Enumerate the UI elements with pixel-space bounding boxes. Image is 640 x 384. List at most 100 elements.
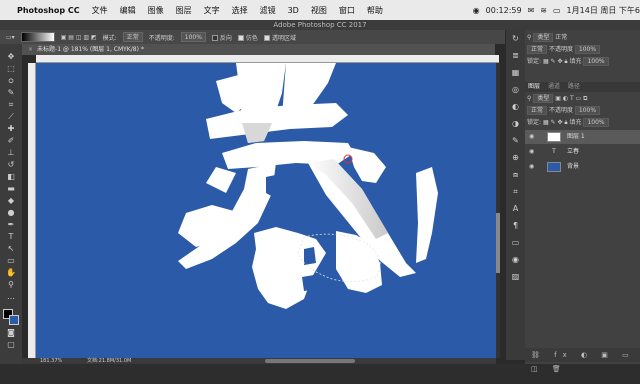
window-title: Adobe Photoshop CC 2017 — [0, 20, 640, 30]
dither-checkbox[interactable]: 仿色 — [237, 33, 258, 42]
layer-kind-filter[interactable]: 类型 — [533, 94, 554, 103]
horizontal-ruler — [36, 55, 499, 63]
wechat-icon[interactable]: ✉ — [528, 6, 535, 15]
transparency-checkbox[interactable]: 透明区域 — [263, 33, 296, 42]
type-tool-icon[interactable]: T — [6, 232, 16, 242]
opacity-field[interactable]: 100% — [574, 45, 601, 54]
path-select-icon[interactable]: ↖ — [6, 244, 16, 254]
pen-tool-icon[interactable]: ✒ — [6, 220, 16, 230]
menu-file[interactable]: 文件 — [92, 5, 108, 16]
screen-mode-icon[interactable]: ▢ — [6, 340, 16, 350]
vertical-scrollbar[interactable] — [496, 63, 500, 358]
menu-type[interactable]: 文字 — [204, 5, 220, 16]
adjustments-panel-icon[interactable]: ◐ — [512, 102, 519, 112]
layer-thumbnail — [547, 132, 561, 142]
paragraph-panel-icon[interactable]: ¶ — [513, 221, 518, 231]
record-icon[interactable]: ◉ — [473, 6, 480, 15]
layer-name: 立春 — [567, 148, 580, 155]
layers-panel-actions[interactable]: ⛓ fx ◐ ▣ ▭ ◫ 🗑︎ — [525, 348, 640, 373]
menu-filter[interactable]: 滤镜 — [260, 5, 276, 16]
hand-tool-icon[interactable]: ✋ — [6, 268, 16, 278]
opacity-input[interactable]: 100% — [180, 32, 206, 42]
vertical-scroll-thumb[interactable] — [496, 213, 500, 273]
menu-layer[interactable]: 图层 — [176, 5, 192, 16]
color-swatches[interactable] — [2, 308, 20, 326]
horizontal-scroll-thumb[interactable] — [265, 359, 355, 363]
tab-channels[interactable]: 通道 — [548, 83, 560, 90]
channels-panel-icon[interactable]: ⧈ — [513, 170, 518, 180]
mode-select[interactable]: 正常 — [122, 32, 143, 42]
dodge-tool-icon[interactable]: ● — [6, 208, 16, 218]
reverse-checkbox[interactable]: 反向 — [211, 33, 232, 42]
styles-panel-icon[interactable]: ◉ — [512, 255, 519, 265]
layer-opacity-field[interactable]: 100% — [574, 106, 601, 115]
menu-edit[interactable]: 编辑 — [120, 5, 136, 16]
more-tools-icon[interactable]: … — [6, 292, 16, 302]
brush-calligraphy-artwork — [178, 63, 438, 309]
quick-select-icon[interactable]: ✎ — [6, 88, 16, 98]
brush-tool-icon[interactable]: ✐ — [6, 136, 16, 146]
tool-preset-icon[interactable]: ▭▾ — [6, 34, 15, 41]
lock-icons[interactable]: ▦ ✎ ✥ 🔒︎ — [543, 58, 568, 65]
gradient-tool-icon[interactable]: ▬ — [6, 184, 16, 194]
layer-lock-icons[interactable]: ▦ ✎ ✥ 🔒︎ — [543, 119, 568, 126]
character-panel-icon[interactable]: A — [513, 204, 518, 214]
filter-icons[interactable]: ▣ ◐ T ▭ ⧉ — [555, 95, 587, 102]
kind-filter[interactable]: 类型 — [533, 33, 554, 42]
eraser-tool-icon[interactable]: ◧ — [6, 172, 16, 182]
app-menu[interactable]: Photoshop CC — [17, 6, 80, 15]
canvas[interactable] — [36, 63, 499, 358]
close-tab-icon[interactable]: × — [28, 46, 33, 53]
layer-name: 图层 1 — [567, 133, 585, 140]
fill-field[interactable]: 100% — [583, 57, 609, 66]
kind-mode: 正常 — [555, 34, 568, 41]
document-tab[interactable]: × 未标题-1 @ 181% (图层 1, CMYK/8) * — [22, 44, 495, 55]
lasso-tool-icon[interactable]: ᴑ — [6, 76, 16, 86]
layer-blend-select[interactable]: 正常 — [527, 106, 548, 115]
zoom-tool-icon[interactable]: ⚲ — [6, 280, 16, 290]
libraries-panel-icon[interactable]: ◎ — [512, 85, 519, 95]
brush-panel-icon[interactable]: ✎ — [512, 136, 519, 146]
layer-row[interactable]: ◉ 图层 1 — [525, 130, 640, 144]
battery-icon[interactable]: ▭ — [553, 6, 561, 15]
tab-layers[interactable]: 图层 — [528, 83, 540, 90]
glyphs-panel-icon[interactable]: ▭ — [512, 238, 520, 248]
layer-fill-field[interactable]: 100% — [583, 118, 609, 127]
menu-help[interactable]: 帮助 — [367, 5, 383, 16]
tab-paths[interactable]: 路径 — [568, 83, 580, 90]
layer-row[interactable]: ◉ 背景 — [525, 160, 640, 174]
layer-row[interactable]: ◉ T 立春 — [525, 145, 640, 159]
marquee-tool-icon[interactable]: ⬚ — [6, 64, 16, 74]
shape-tool-icon[interactable]: ▭ — [6, 256, 16, 266]
blur-tool-icon[interactable]: ◆ — [6, 196, 16, 206]
paths-panel-icon[interactable]: ⌗ — [513, 187, 518, 197]
quick-mask-icon[interactable]: ◙ — [6, 328, 16, 338]
navigator-panel-icon[interactable]: ▨ — [512, 272, 520, 282]
move-tool-icon[interactable]: ✥ — [6, 52, 16, 62]
gradient-preview[interactable] — [20, 32, 55, 42]
blend-select[interactable]: 正常 — [527, 45, 548, 54]
visibility-eye-icon[interactable]: ◉ — [529, 160, 534, 174]
layer-blend-row: 正常 不透明度 100% — [527, 106, 601, 116]
crop-tool-icon[interactable]: ⌗ — [6, 100, 16, 110]
menu-image[interactable]: 图像 — [148, 5, 164, 16]
menu-3d[interactable]: 3D — [288, 6, 299, 15]
history-brush-icon[interactable]: ↺ — [6, 160, 16, 170]
visibility-eye-icon[interactable]: ◉ — [529, 130, 534, 144]
color-panel-icon[interactable]: ◑ — [512, 119, 519, 129]
menu-window[interactable]: 窗口 — [339, 5, 355, 16]
background-color[interactable] — [9, 315, 19, 325]
menu-select[interactable]: 选择 — [232, 5, 248, 16]
eyedropper-icon[interactable]: ⟋ — [6, 112, 16, 122]
healing-brush-icon[interactable]: ✚ — [6, 124, 16, 134]
history-panel-icon[interactable]: ↻ — [512, 34, 519, 44]
clone-source-icon[interactable]: ⊕ — [512, 153, 519, 163]
opacity-label: 不透明度: — [148, 34, 175, 42]
wifi-icon[interactable]: ≋ — [540, 6, 547, 15]
visibility-eye-icon[interactable]: ◉ — [529, 145, 534, 159]
gradient-type-icons[interactable]: ▣ ▤ ◫ ▥ ◩ — [61, 34, 97, 41]
menu-view[interactable]: 视图 — [311, 5, 327, 16]
properties-panel-icon[interactable]: ≣ — [512, 51, 519, 61]
swatches-panel-icon[interactable]: ▦ — [512, 68, 520, 78]
stamp-tool-icon[interactable]: ⊥ — [6, 148, 16, 158]
